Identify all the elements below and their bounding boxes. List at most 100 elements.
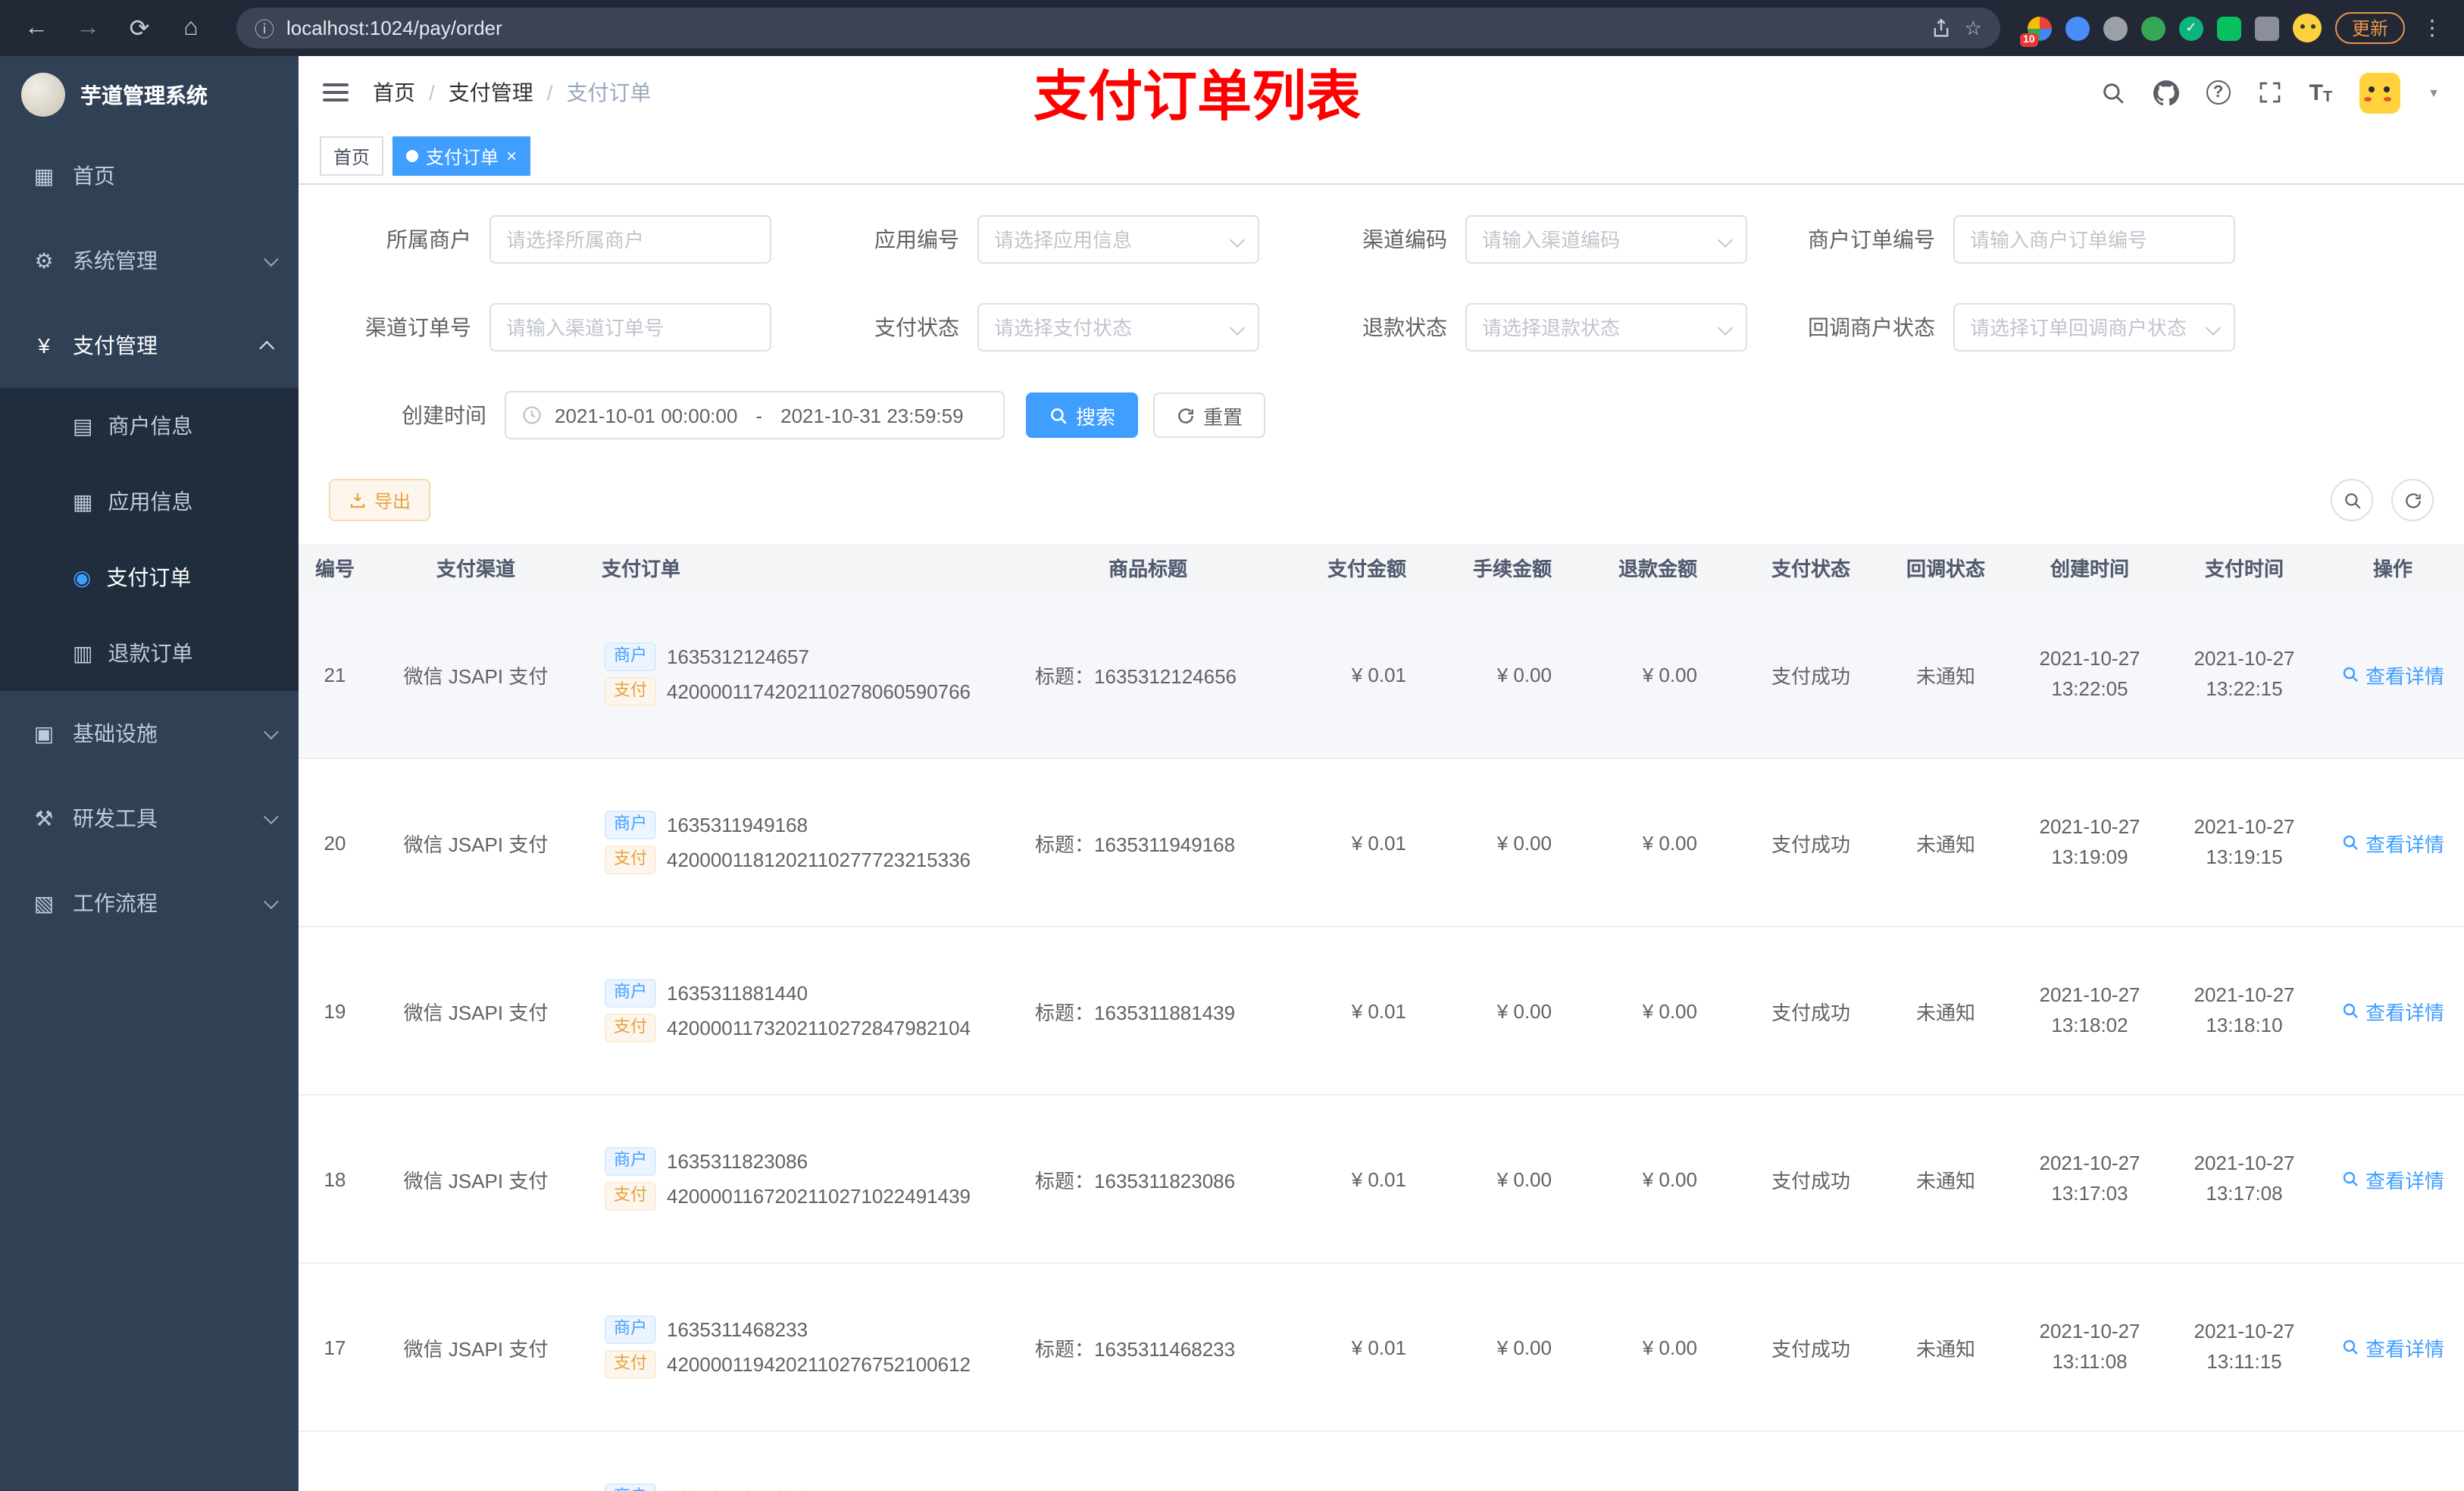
toggle-search-button[interactable] xyxy=(2331,479,2373,521)
close-icon[interactable]: × xyxy=(506,147,517,165)
refresh-table-button[interactable] xyxy=(2391,479,2434,521)
breadcrumb-payment[interactable]: 支付管理 xyxy=(449,77,533,108)
merchant-order-no: 1635311823086 xyxy=(667,1150,808,1173)
search-icon xyxy=(1051,408,1067,424)
create-time-range-picker[interactable]: 2021-10-01 00:00:00 - 2021-10-31 23:59:5… xyxy=(505,391,1005,439)
sidebar-item-payment[interactable]: ¥ 支付管理 xyxy=(0,303,299,388)
filter-channel-code: 渠道编码 xyxy=(1290,215,1778,264)
cell-status: 支付成功 xyxy=(1771,1169,1850,1192)
pay-order-no: 4200001173202110272847982104 xyxy=(667,1017,971,1039)
view-detail-link[interactable]: 查看详情 xyxy=(2341,828,2444,857)
ext-icon-gray[interactable] xyxy=(2103,16,2128,40)
view-detail-link[interactable]: 查看详情 xyxy=(2341,1333,2444,1361)
payment-submenu: ▤ 商户信息 ▦ 应用信息 ◉ 支付订单 ▥ 退款订单 xyxy=(0,388,299,691)
sidebar-item-infrastructure[interactable]: ▣ 基础设施 xyxy=(0,691,299,776)
view-detail-link[interactable]: 查看详情 xyxy=(2341,996,2444,1025)
export-button[interactable]: 导出 xyxy=(329,479,431,521)
chevron-down-icon xyxy=(1718,320,1733,336)
sidebar-item-dev-tools[interactable]: ⚒ 研发工具 xyxy=(0,776,299,861)
browser-menu-icon[interactable]: ⋮ xyxy=(2419,15,2446,41)
screen: ← → ⟳ ⌂ ⓘ localhost:1024/pay/order ☆ 10 … xyxy=(0,0,2464,1491)
filter-pay-status: 支付状态 xyxy=(802,303,1290,352)
sidebar-item-system[interactable]: ⚙ 系统管理 xyxy=(0,218,299,303)
cell-action: 查看详情 xyxy=(2322,1164,2464,1193)
cell-fee: ¥ 0.00 xyxy=(1496,663,1552,686)
cell-channel: 微信 JSAPI 支付 xyxy=(403,1169,549,1192)
sidebar-item-app-info[interactable]: ▦ 应用信息 xyxy=(0,464,299,539)
sidebar-item-merchant-info[interactable]: ▤ 商户信息 xyxy=(0,388,299,464)
refund-status-select[interactable] xyxy=(1465,303,1747,352)
url-text[interactable]: localhost:1024/pay/order xyxy=(286,17,1919,39)
pay-badge: 支付 xyxy=(605,677,656,706)
reload-icon[interactable]: ⟳ xyxy=(121,10,158,46)
merchant-order-no: 1635312124657 xyxy=(667,645,809,668)
merchant-badge: 商户 xyxy=(605,1147,656,1176)
avatar-caret-icon[interactable]: ▼ xyxy=(2428,86,2440,99)
cell-title: 标题：1635311949168 xyxy=(1035,833,1236,855)
font-size-icon[interactable]: TT xyxy=(2309,80,2333,105)
forward-icon[interactable]: → xyxy=(70,10,106,46)
sidebar-item-workflow[interactable]: ▧ 工作流程 xyxy=(0,861,299,946)
refresh-icon xyxy=(1178,408,1193,423)
reset-button[interactable]: 重置 xyxy=(1153,392,1266,438)
ext-icon-chat[interactable] xyxy=(2216,16,2241,40)
update-button[interactable]: 更新 xyxy=(2334,12,2405,44)
ext-icon-check[interactable]: ✓ xyxy=(2178,16,2203,40)
search-icon[interactable] xyxy=(2100,80,2126,105)
browser-profile-avatar[interactable] xyxy=(2292,14,2322,42)
merchant-order-no-input[interactable] xyxy=(1970,228,2219,251)
table-row: 商户1635311357086 支付 xyxy=(299,1432,2464,1491)
cell-title: 标题：1635311881439 xyxy=(1035,1001,1236,1024)
back-icon[interactable]: ← xyxy=(18,10,55,46)
app-id-select[interactable] xyxy=(977,215,1259,264)
cell-status: 支付成功 xyxy=(1771,1337,1850,1360)
filter-row-3: 创建时间 2021-10-01 00:00:00 - 2021-10-31 23… xyxy=(299,391,2464,439)
sidebar-item-home[interactable]: ▦ 首页 xyxy=(0,133,299,218)
search-icon xyxy=(2343,835,2358,850)
home-icon[interactable]: ⌂ xyxy=(173,10,209,46)
tab-pay-order[interactable]: 支付订单 × xyxy=(392,136,531,176)
github-icon[interactable] xyxy=(2153,80,2179,105)
view-detail-link[interactable]: 查看详情 xyxy=(2341,1164,2444,1193)
pay-badge: 支付 xyxy=(605,1182,656,1211)
hamburger-icon[interactable] xyxy=(323,83,349,102)
ext-icon-blue[interactable] xyxy=(2065,16,2090,40)
app: 芋道管理系统 ▦ 首页 ⚙ 系统管理 ¥ 支付管理 ▤ 商户信息 ▦ 应用信息 … xyxy=(0,56,2464,1491)
search-button[interactable]: 搜索 xyxy=(1026,392,1139,438)
pay-status-select[interactable] xyxy=(977,303,1259,352)
fullscreen-icon[interactable] xyxy=(2258,80,2282,105)
cell-pay-order: 商户 1635311881440 支付 4200001173202110272847… xyxy=(580,973,993,1049)
merchant-order-no: 1635311881440 xyxy=(667,982,808,1005)
date-end: 2021-10-31 23:59:59 xyxy=(780,404,964,427)
site-info-icon[interactable]: ⓘ xyxy=(255,14,274,42)
extensions-puzzle-icon[interactable] xyxy=(2254,16,2279,40)
page-annotation: 支付订单列表 xyxy=(1033,65,1362,127)
navbar-actions: ? TT ▼ xyxy=(2100,72,2440,113)
address-bar[interactable]: ⓘ localhost:1024/pay/order ☆ xyxy=(236,8,2000,48)
channel-order-no-input[interactable] xyxy=(506,316,755,339)
ext-icon-tabs[interactable]: 10 xyxy=(2019,16,2052,46)
pay-badge: 支付 xyxy=(605,1350,656,1379)
sidebar-item-refund-order[interactable]: ▥ 退款订单 xyxy=(0,615,299,691)
cell-create-time: 2021-10-27 13:17:03 xyxy=(2039,1151,2140,1205)
share-icon[interactable] xyxy=(1931,17,1953,39)
ext-icon-green[interactable] xyxy=(2140,16,2165,40)
bookmark-star-icon[interactable]: ☆ xyxy=(1965,16,1982,40)
tab-home[interactable]: 首页 xyxy=(320,136,384,176)
filter-channel-order-no: 渠道订单号 xyxy=(314,303,802,352)
pay-order-no: 4200001181202110277723215336 xyxy=(667,849,971,871)
cell-fee: ¥ 0.00 xyxy=(1496,999,1552,1022)
search-icon xyxy=(2343,1171,2358,1186)
breadcrumb-home[interactable]: 首页 xyxy=(373,77,415,108)
merchant-badge: 商户 xyxy=(605,979,656,1008)
owner-merchant-input[interactable] xyxy=(506,228,755,251)
help-icon[interactable]: ? xyxy=(2206,80,2231,105)
sidebar-item-pay-order[interactable]: ◉ 支付订单 xyxy=(0,539,299,615)
extension-badge: 10 xyxy=(2019,33,2038,46)
user-avatar[interactable] xyxy=(2359,72,2401,113)
channel-code-select[interactable] xyxy=(1465,215,1747,264)
notify-status-select[interactable] xyxy=(1953,303,2235,352)
chevron-down-icon xyxy=(1230,320,1245,336)
active-dot xyxy=(406,150,419,162)
view-detail-link[interactable]: 查看详情 xyxy=(2341,660,2444,689)
